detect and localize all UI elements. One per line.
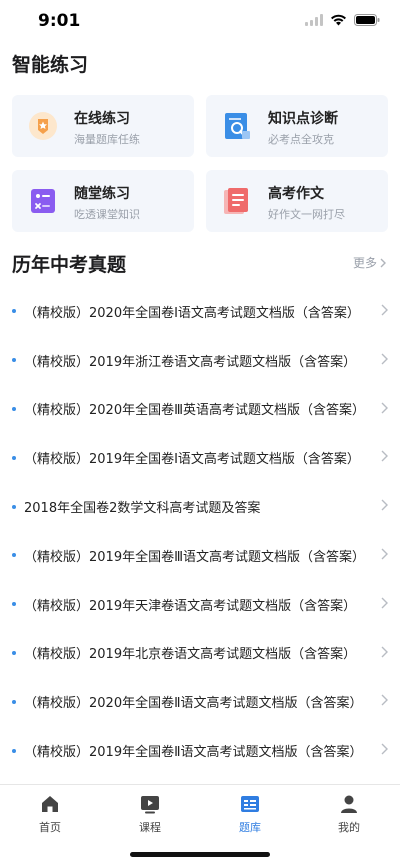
star-badge-icon bbox=[29, 112, 57, 140]
bullet-dot bbox=[12, 748, 16, 753]
list-item[interactable]: （精校版）2019年浙江卷语文高考试题文档版（含答案） bbox=[0, 336, 400, 385]
status-time: 9:01 bbox=[38, 11, 81, 31]
list-item[interactable]: （精校版）2019年全国卷Ⅱ语文高考试题文档版（含答案） bbox=[0, 726, 400, 775]
exam-title: （精校版）2020年全国卷Ⅱ语文高考试题文档版（含答案） bbox=[24, 696, 363, 712]
essay-icon bbox=[224, 188, 248, 214]
list-item[interactable]: （精校版）2019年全国卷Ⅲ语文高考试题文档版（含答案） bbox=[0, 531, 400, 580]
exam-list: （精校版）2020年全国卷Ⅰ语文高考试题文档版（含答案） （精校版）2019年浙… bbox=[0, 287, 400, 775]
exam-title: （精校版）2020年全国卷Ⅲ英语高考试题文档版（含答案） bbox=[24, 403, 366, 419]
quiz-sheet-icon bbox=[31, 189, 55, 213]
exam-title: （精校版）2019年全国卷Ⅲ语文高考试题文档版（含答案） bbox=[24, 549, 366, 565]
chevron-right-icon bbox=[381, 450, 388, 462]
list-item[interactable]: （精校版）2020年全国卷Ⅲ英语高考试题文档版（含答案） bbox=[0, 385, 400, 434]
more-label: 更多 bbox=[352, 256, 377, 270]
question-bank-icon bbox=[241, 796, 259, 812]
list-item[interactable]: （精校版）2019年全国卷Ⅰ语文高考试题文档版（含答案） bbox=[0, 433, 400, 482]
status-icons bbox=[305, 14, 380, 26]
card-knowledge-diagnosis[interactable]: 知识点诊断 必考点全攻克 bbox=[206, 95, 388, 157]
exam-title: （精校版）2019年北京卷语文高考试题文档版（含答案） bbox=[24, 647, 357, 663]
tab-question-bank[interactable]: 题库 bbox=[215, 793, 285, 835]
video-icon bbox=[141, 796, 159, 814]
status-bar: 9:01 bbox=[0, 0, 400, 44]
tab-label: 题库 bbox=[239, 821, 261, 834]
card-classroom-practice[interactable]: 随堂练习 吃透课堂知识 bbox=[12, 170, 194, 232]
exam-title: （精校版）2019年浙江卷语文高考试题文档版（含答案） bbox=[24, 354, 357, 370]
card-online-practice[interactable]: 在线练习 海量题库任练 bbox=[12, 95, 194, 157]
smart-practice-title: 智能练习 bbox=[12, 54, 89, 76]
bullet-dot bbox=[12, 602, 16, 607]
tab-label: 首页 bbox=[39, 821, 61, 834]
chevron-right-icon bbox=[381, 353, 388, 365]
bullet-dot bbox=[12, 406, 16, 411]
card-title: 在线练习 bbox=[74, 111, 130, 127]
tab-label: 我的 bbox=[338, 821, 360, 834]
exam-title: （精校版）2019年全国卷Ⅱ语文高考试题文档版（含答案） bbox=[24, 745, 363, 761]
list-item[interactable]: （精校版）2020年全国卷Ⅰ语文高考试题文档版（含答案） bbox=[0, 287, 400, 336]
bullet-dot bbox=[12, 358, 16, 363]
battery-icon bbox=[354, 14, 380, 26]
card-subtitle: 海量题库任练 bbox=[74, 133, 140, 146]
list-item[interactable]: （精校版）2019年北京卷语文高考试题文档版（含答案） bbox=[0, 629, 400, 678]
card-title: 高考作文 bbox=[268, 186, 324, 202]
bullet-dot bbox=[12, 650, 16, 655]
card-title: 随堂练习 bbox=[74, 186, 130, 202]
exam-title: （精校版）2020年全国卷Ⅰ语文高考试题文档版（含答案） bbox=[24, 305, 360, 321]
chevron-right-icon bbox=[381, 304, 388, 316]
more-link[interactable]: 更多 bbox=[353, 254, 386, 271]
list-item[interactable]: 2018年全国卷2数学文科高考试题及答案 bbox=[0, 482, 400, 531]
tab-home[interactable]: 首页 bbox=[15, 793, 85, 835]
bullet-dot bbox=[12, 455, 16, 460]
chevron-right-icon bbox=[381, 646, 388, 658]
list-item[interactable]: （精校版）2019年天津卷语文高考试题文档版（含答案） bbox=[0, 580, 400, 629]
chevron-right-icon bbox=[381, 743, 388, 755]
list-item[interactable]: （精校版）2020年全国卷Ⅱ语文高考试题文档版（含答案） bbox=[0, 677, 400, 726]
bullet-dot bbox=[12, 699, 16, 704]
history-exams-title: 历年中考真题 bbox=[12, 254, 127, 276]
wifi-icon bbox=[331, 14, 346, 26]
card-subtitle: 好作文一网打尽 bbox=[268, 208, 345, 221]
user-icon bbox=[341, 795, 357, 813]
exam-title: 2018年全国卷2数学文科高考试题及答案 bbox=[24, 501, 261, 517]
chevron-right-icon bbox=[381, 402, 388, 414]
chevron-right-icon bbox=[381, 499, 388, 511]
home-icon bbox=[42, 796, 58, 812]
exam-title: （精校版）2019年天津卷语文高考试题文档版（含答案） bbox=[24, 598, 357, 614]
chevron-right-icon bbox=[381, 548, 388, 560]
card-subtitle: 吃透课堂知识 bbox=[74, 208, 140, 221]
tab-course[interactable]: 课程 bbox=[115, 793, 185, 835]
bullet-dot bbox=[12, 309, 16, 314]
tab-label: 课程 bbox=[139, 821, 161, 834]
card-subtitle: 必考点全攻克 bbox=[268, 133, 334, 146]
card-title: 知识点诊断 bbox=[268, 111, 338, 127]
bullet-dot bbox=[12, 504, 16, 509]
signal-icon bbox=[305, 14, 323, 26]
bullet-dot bbox=[12, 553, 16, 558]
exam-title: （精校版）2019年全国卷Ⅰ语文高考试题文档版（含答案） bbox=[24, 452, 360, 468]
chevron-right-icon bbox=[381, 597, 388, 609]
home-indicator bbox=[130, 852, 270, 857]
card-gaokao-essay[interactable]: 高考作文 好作文一网打尽 bbox=[206, 170, 388, 232]
chevron-right-icon bbox=[381, 694, 388, 706]
search-document-icon bbox=[225, 113, 250, 139]
chevron-right-icon bbox=[380, 258, 386, 267]
tab-mine[interactable]: 我的 bbox=[314, 793, 384, 835]
